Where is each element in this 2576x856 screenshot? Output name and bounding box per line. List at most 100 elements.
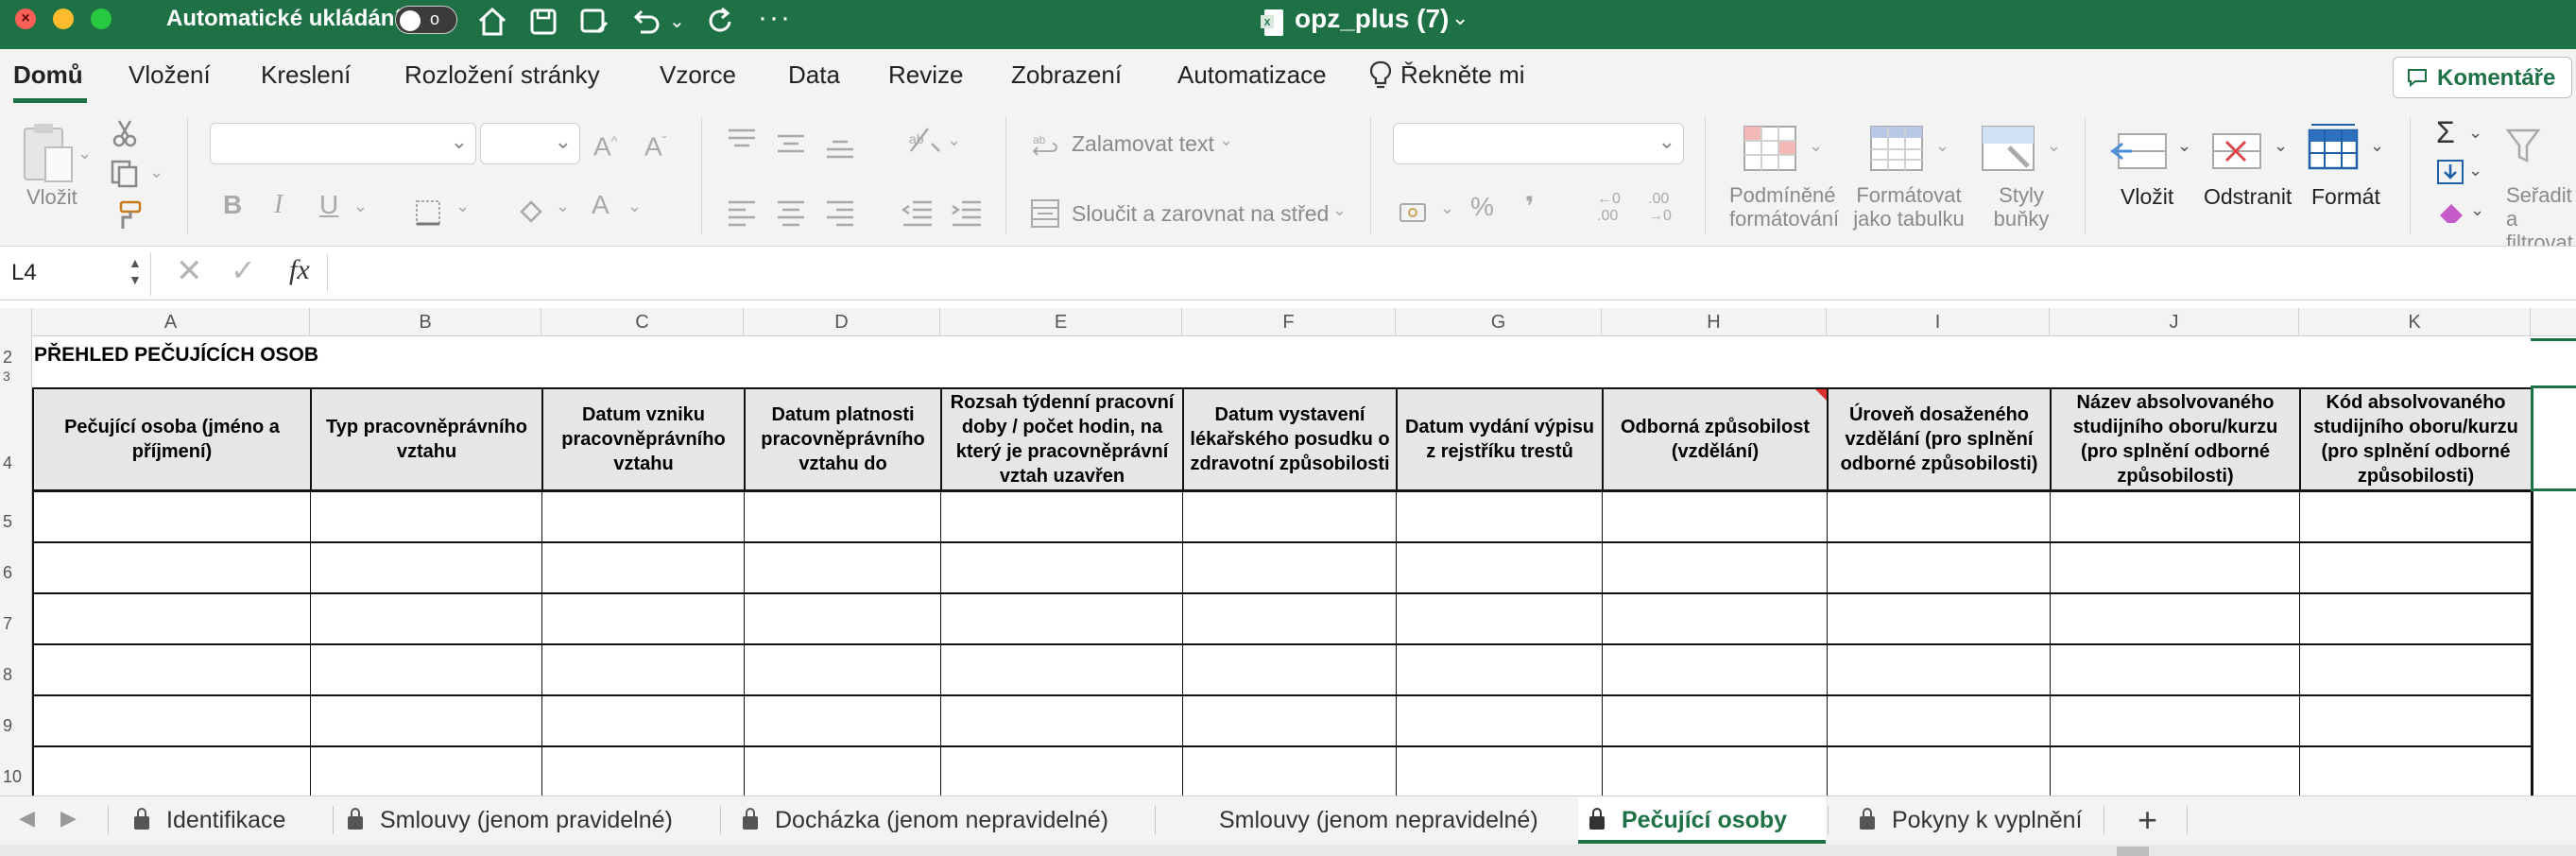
table-cell[interactable] [1827, 491, 2051, 543]
table-cell[interactable] [541, 746, 745, 796]
tab-draw[interactable]: Kreslení [261, 60, 351, 90]
table-cell[interactable] [2050, 542, 2300, 594]
row-header-9[interactable]: 9 [0, 716, 32, 736]
table-cell[interactable] [744, 746, 941, 796]
wrap-text-label[interactable]: Zalamovat text [1072, 132, 1214, 156]
home-icon[interactable] [474, 4, 510, 40]
table-cell[interactable] [2299, 695, 2533, 747]
sheet-tab-identifikace[interactable]: Identifikace [123, 796, 331, 844]
table-cell[interactable] [1602, 542, 1828, 594]
tab-view[interactable]: Zobrazení [1011, 60, 1122, 90]
font-name-combo[interactable]: ⌄ [210, 123, 476, 164]
table-cell[interactable] [32, 746, 311, 796]
increase-indent-icon[interactable] [949, 198, 983, 227]
insert-cells-label[interactable]: Vložit [2121, 185, 2173, 209]
table-cell[interactable] [2299, 542, 2533, 594]
table-cell[interactable] [1396, 746, 1603, 796]
increase-decimal-icon[interactable]: ←0.00 [1597, 191, 1621, 225]
scroll-tabs-left-icon[interactable]: ◀ [19, 806, 35, 830]
table-cell[interactable] [541, 644, 745, 696]
orientation-icon[interactable]: ab [905, 123, 945, 157]
name-box[interactable]: L4 ▲ ▼ [0, 252, 151, 296]
table-cell[interactable] [541, 491, 745, 543]
sheet-tab-dochazka[interactable]: Docházka (jenom nepravidelné) [731, 796, 1138, 844]
currency-icon[interactable] [1399, 200, 1431, 225]
formula-input[interactable] [340, 258, 2551, 286]
decrease-indent-icon[interactable] [900, 198, 934, 227]
delete-cells-label[interactable]: Odstranit [2204, 185, 2292, 209]
column-header-c[interactable]: C [541, 308, 744, 336]
table-cell[interactable] [1182, 644, 1397, 696]
table-cell[interactable] [744, 593, 941, 645]
table-cell[interactable] [1827, 695, 2051, 747]
save-icon[interactable] [525, 4, 561, 40]
insert-cells-dropdown-icon[interactable]: ⌄ [2177, 136, 2191, 156]
selected-cell-l4[interactable] [2531, 385, 2576, 491]
table-cell[interactable] [1827, 593, 2051, 645]
fill-down-dropdown-icon[interactable]: ⌄ [2468, 161, 2482, 180]
tab-formulas[interactable]: Vzorce [660, 60, 736, 90]
align-left-icon[interactable] [726, 198, 758, 227]
name-box-stepper-icon[interactable]: ▲ ▼ [129, 254, 142, 288]
clipboard-paste-icon[interactable] [21, 121, 77, 187]
currency-dropdown-icon[interactable]: ⌄ [1440, 198, 1454, 218]
borders-dropdown-icon[interactable]: ⌄ [455, 197, 470, 216]
sheet-tab-pecujici-osoby[interactable]: Pečující osoby [1578, 796, 1826, 844]
table-cell[interactable] [1827, 746, 2051, 796]
undo-icon[interactable] [627, 4, 663, 40]
row-header-8[interactable]: 8 [0, 665, 32, 685]
copy-icon[interactable] [110, 159, 140, 189]
column-header-b[interactable]: B [310, 308, 541, 336]
underline-dropdown-icon[interactable]: ⌄ [353, 197, 368, 216]
table-cell[interactable] [2050, 491, 2300, 543]
row-header-10[interactable]: 10 [0, 767, 32, 787]
table-cell[interactable] [2050, 593, 2300, 645]
clear-dropdown-icon[interactable]: ⌄ [2470, 200, 2484, 220]
table-cell[interactable] [541, 542, 745, 594]
column-header-f[interactable]: F [1182, 308, 1396, 336]
font-size-combo[interactable]: ⌄ [480, 123, 580, 164]
table-cell[interactable] [2050, 746, 2300, 796]
header-cell-c[interactable]: Datum vzniku pracovněprávního vztahu [541, 387, 746, 491]
column-header-a[interactable]: A [32, 308, 310, 336]
tab-data[interactable]: Data [788, 60, 840, 90]
table-cell[interactable] [32, 644, 311, 696]
table-cell[interactable] [1396, 695, 1603, 747]
table-cell[interactable] [310, 491, 542, 543]
font-color-icon[interactable]: A [592, 191, 610, 219]
table-cell[interactable] [1602, 491, 1828, 543]
wrap-text-icon[interactable]: ab [1032, 130, 1060, 159]
cell-styles-dropdown-icon[interactable]: ⌄ [2047, 136, 2061, 156]
table-cell[interactable] [1182, 491, 1397, 543]
fill-color-icon[interactable] [516, 197, 546, 227]
sort-filter-icon[interactable] [2504, 127, 2542, 166]
font-color-dropdown-icon[interactable]: ⌄ [627, 197, 642, 216]
more-options-icon[interactable]: ··· [758, 2, 792, 34]
header-cell-i[interactable]: Úroveň dosaženého vzdělání (pro splnění … [1827, 387, 2052, 491]
document-title[interactable]: opz_plus (7) [1295, 4, 1449, 34]
table-cell[interactable] [1396, 491, 1603, 543]
column-header-h[interactable]: H [1602, 308, 1827, 336]
confirm-edit-icon[interactable]: ✓ [231, 252, 256, 288]
sort-filter-label[interactable]: Seřadit a filtrovat [2506, 183, 2576, 254]
format-table-label[interactable]: Formátovat jako tabulku [1850, 183, 1967, 231]
table-cell[interactable] [744, 491, 941, 543]
fill-color-dropdown-icon[interactable]: ⌄ [556, 197, 570, 216]
merge-center-label[interactable]: Sloučit a zarovnat na střed [1072, 202, 1329, 226]
table-cell[interactable] [310, 593, 542, 645]
table-cell[interactable] [1602, 695, 1828, 747]
copy-dropdown-icon[interactable]: ⌄ [149, 163, 163, 182]
table-cell[interactable] [2050, 644, 2300, 696]
table-cell[interactable] [940, 695, 1183, 747]
table-cell[interactable] [310, 644, 542, 696]
close-window-button[interactable]: × [15, 9, 36, 29]
autosum-icon[interactable]: Σ [2436, 115, 2455, 150]
table-cell[interactable] [2299, 746, 2533, 796]
align-top-icon[interactable] [726, 127, 758, 155]
table-cell[interactable] [541, 593, 745, 645]
tab-home[interactable]: Domů [13, 60, 83, 90]
row-header-7[interactable]: 7 [0, 614, 32, 634]
italic-icon[interactable]: I [274, 191, 283, 219]
select-all-corner[interactable] [0, 308, 32, 336]
table-cell[interactable] [310, 695, 542, 747]
